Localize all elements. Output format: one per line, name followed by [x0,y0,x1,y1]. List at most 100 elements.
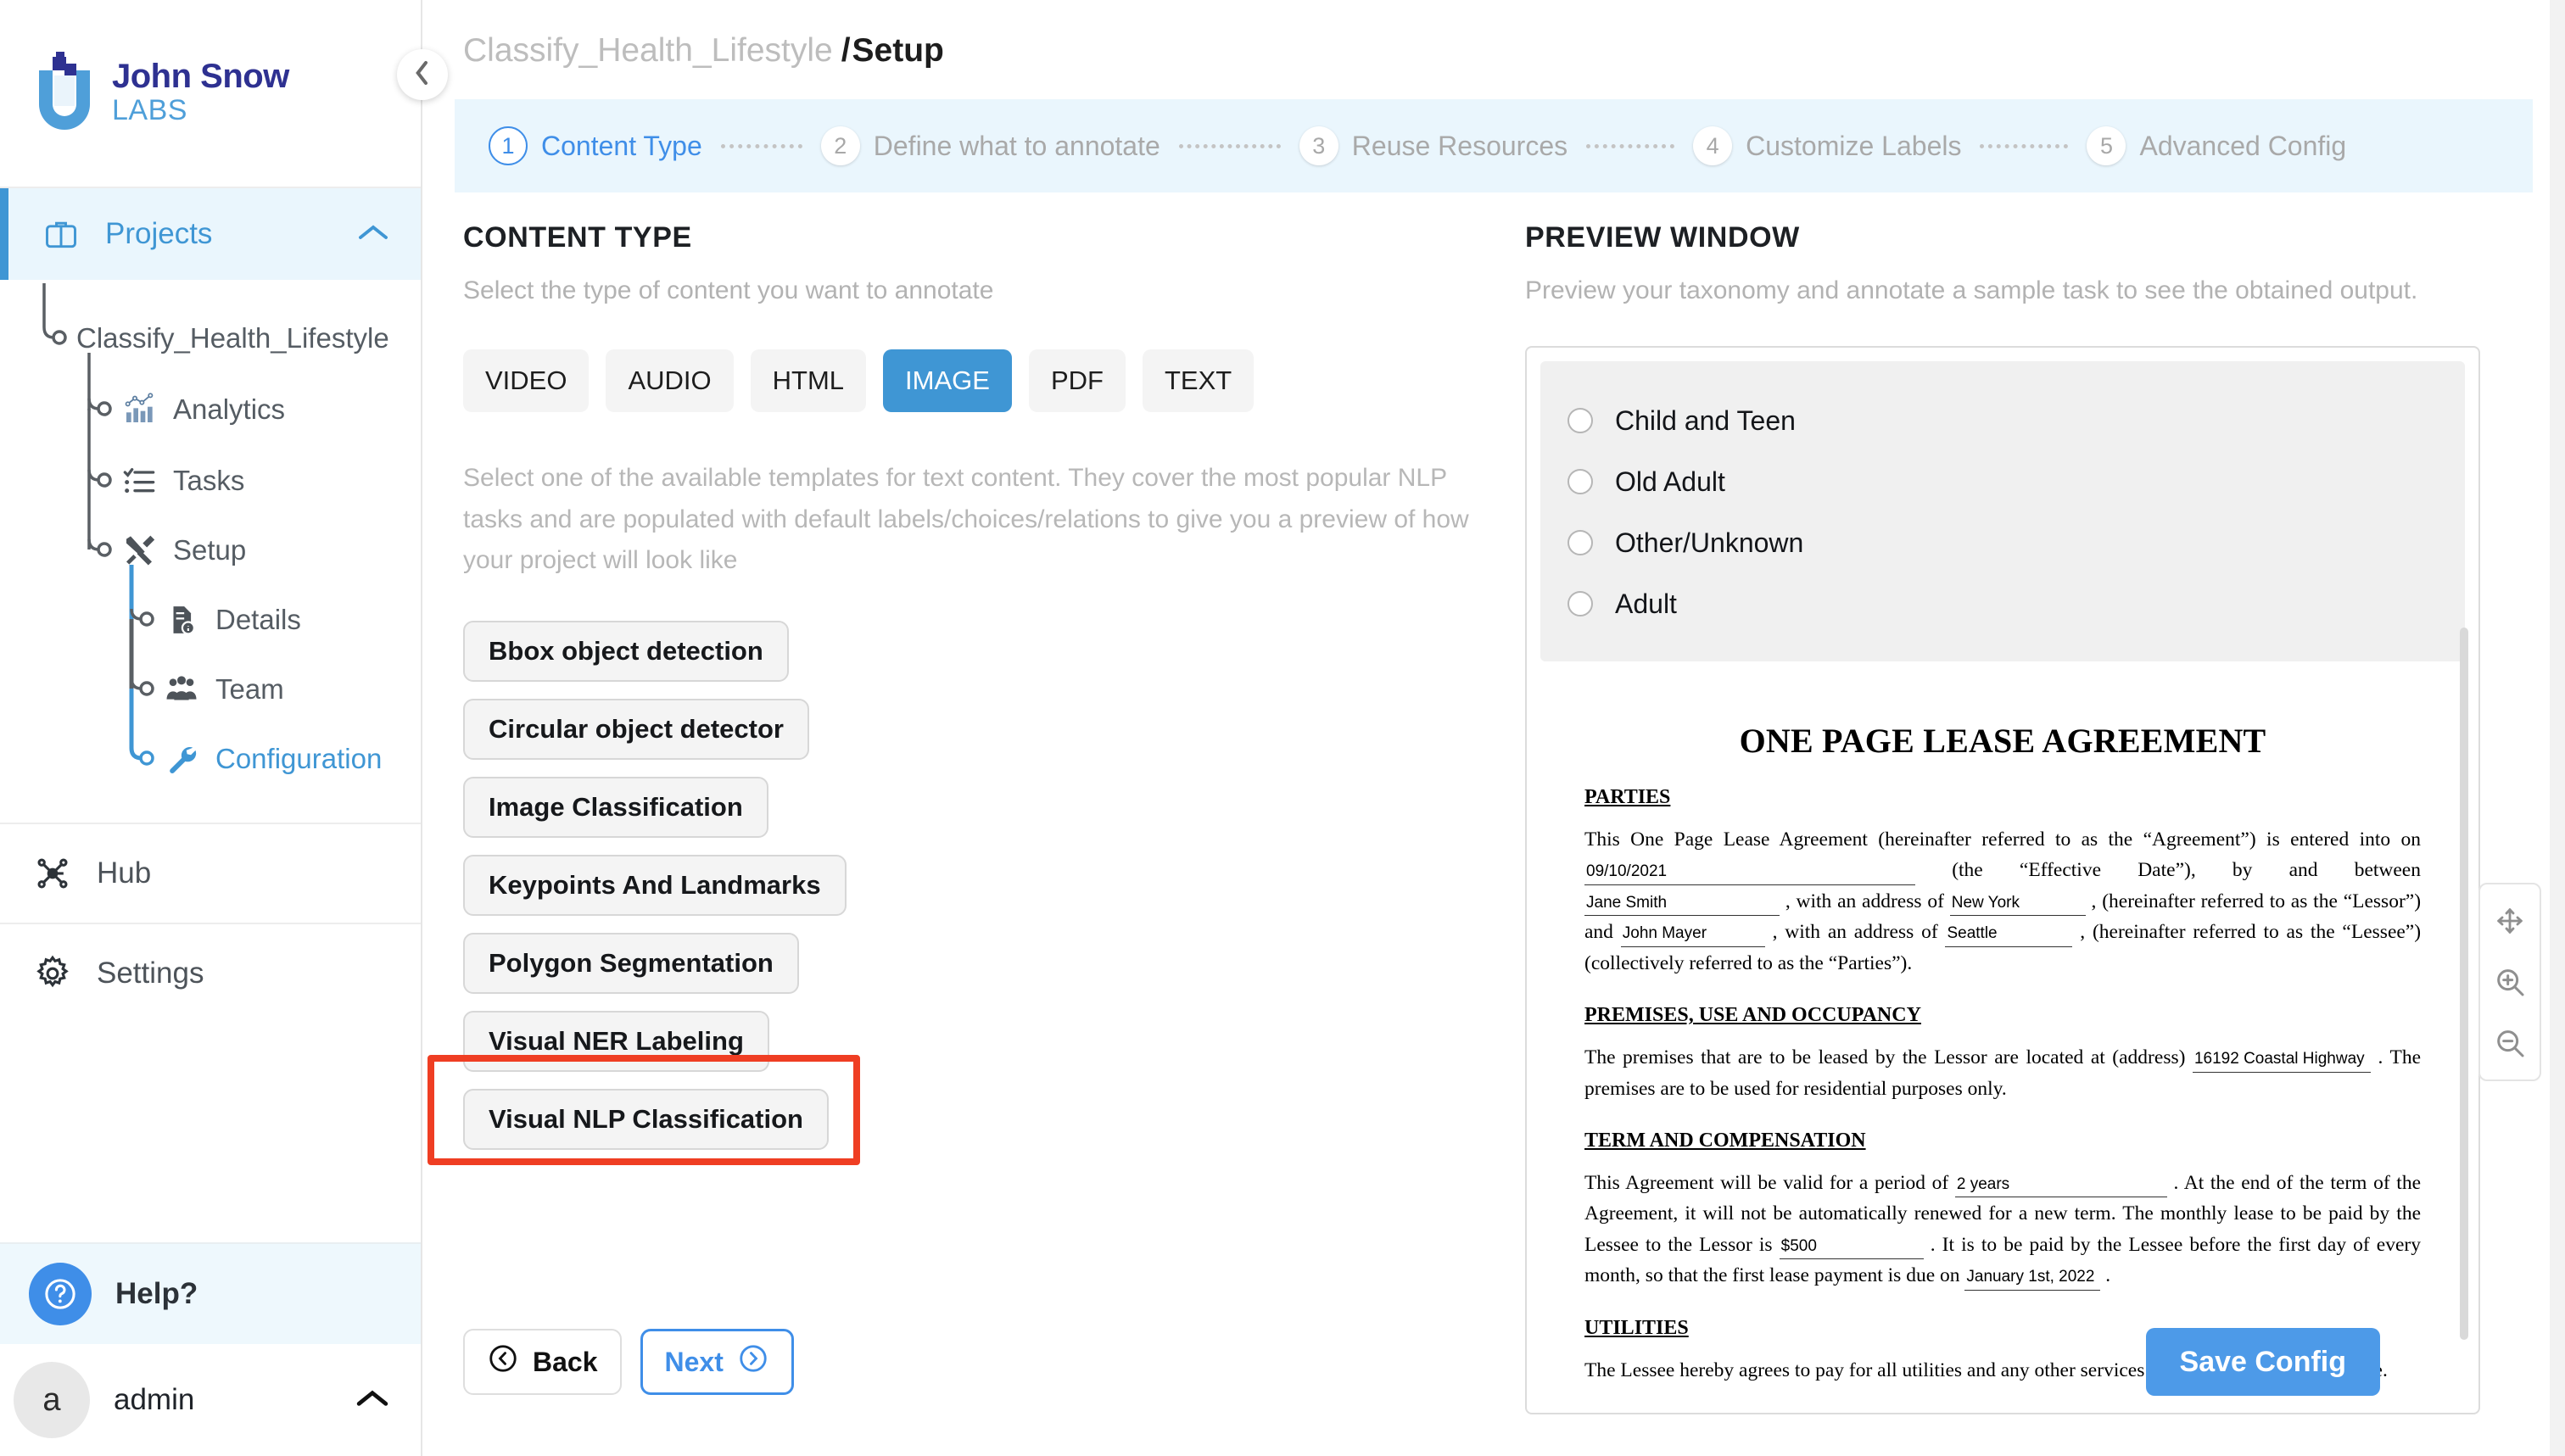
content-type-subtitle: Select the type of content you want to a… [463,276,994,304]
template-keypoints-and-landmarks[interactable]: Keypoints And Landmarks [463,854,847,916]
zoom-out-icon[interactable] [2484,1017,2536,1069]
template-visual-nlp-classification[interactable]: Visual NLP Classification [463,1088,829,1150]
template-bbox-object-detection[interactable]: Bbox object detection [463,620,789,682]
template-item: Image Classification [463,776,768,838]
step-reuse-resources[interactable]: 3 Reuse Resources [1299,126,1568,165]
back-button[interactable]: Back [463,1329,622,1395]
choice-old-adult[interactable]: Old Adult [1540,451,2465,512]
preview-card: Child and Teen Old Adult Other/Unknown A… [1525,346,2480,1414]
field-lessee-address: Seattle [1945,921,2073,947]
content-type-video[interactable]: VIDEO [463,349,590,412]
tree-label: Team [215,673,284,705]
collapse-sidebar-button[interactable] [397,49,448,100]
choice-label: Child and Teen [1615,404,1796,436]
step-number: 5 [2087,126,2126,165]
user-menu[interactable]: a admin [0,1344,421,1456]
circle-chevron-left-icon [487,1342,519,1381]
question-mark-icon [29,1263,92,1325]
chevron-up-icon[interactable] [358,223,388,246]
parties-after-date: (the “Effective Date”), by and between [1952,859,2421,882]
tree-item-setup[interactable]: Setup [0,531,246,570]
step-number: 3 [1299,126,1338,165]
fit-screen-icon[interactable] [2484,895,2536,947]
step-divider [1178,143,1281,148]
radio-icon[interactable] [1568,469,1593,494]
zoom-in-icon[interactable] [2484,956,2536,1008]
content-type-pdf[interactable]: PDF [1028,349,1126,412]
tree-label: Tasks [173,465,245,496]
chevron-up-icon[interactable] [356,1388,388,1413]
tree-item-details[interactable]: Details [0,600,301,639]
step-customize-labels[interactable]: 4 Customize Labels [1693,126,1961,165]
help-label: Help? [115,1277,198,1310]
radio-icon[interactable] [1568,591,1593,616]
choices-group: Child and Teen Old Adult Other/Unknown A… [1540,361,2465,661]
chevron-left-icon [413,59,432,91]
analytics-icon [120,391,158,428]
next-label: Next [664,1346,724,1377]
step-label: Reuse Resources [1351,130,1568,161]
john-snow-labs-logo-icon [34,52,95,135]
template-circular-object-detector[interactable]: Circular object detector [463,698,809,760]
template-item: Polygon Segmentation [463,932,799,994]
template-item: Visual NER Labeling [463,1010,769,1072]
tree-label: Classify_Health_Lifestyle [76,322,389,354]
project-tree: Classify_Health_Lifestyle Analytics Task… [0,280,421,823]
content-type-audio[interactable]: AUDIO [606,349,734,412]
next-button[interactable]: Next [640,1329,794,1395]
field-lessor-address: New York [1949,890,2086,917]
choice-adult[interactable]: Adult [1540,573,2465,634]
brand-logo[interactable]: John Snow LABS [0,0,421,188]
tree-item-analytics[interactable]: Analytics [0,390,285,429]
step-define-what-to-annotate[interactable]: 2 Define what to annotate [820,126,1160,165]
content-type-title: CONTENT TYPE [463,221,692,254]
lease-agreement-document: ONE PAGE LEASE AGREEMENT PARTIES This On… [1584,721,2421,1413]
step-divider [1586,143,1675,148]
doc-heading-furnishings: FURNISHINGS [1584,1411,2421,1413]
document-title: ONE PAGE LEASE AGREEMENT [1739,722,2266,760]
setup-icon [120,532,158,569]
template-polygon-segmentation[interactable]: Polygon Segmentation [463,932,799,994]
doc-paragraph-term: This Agreement will be valid for a perio… [1584,1168,2421,1291]
brand-subtitle: LABS [112,94,187,127]
sidebar-item-projects[interactable]: Projects [0,188,421,280]
field-monthly-rent: $500 [1779,1234,1924,1260]
breadcrumb-project[interactable]: Classify_Health_Lifestyle [463,32,833,70]
field-effective-date: 09/10/2021 [1584,859,1915,885]
field-due-date: January 1st, 2022 [1964,1264,2101,1291]
radio-icon[interactable] [1568,408,1593,433]
template-visual-ner-labeling[interactable]: Visual NER Labeling [463,1010,769,1072]
content-type-html[interactable]: HTML [750,349,867,412]
preview-scrollbar[interactable] [2460,628,2468,1340]
sidebar-item-settings[interactable]: Settings [0,923,421,1023]
step-number: 4 [1693,126,1733,165]
choice-child-and-teen[interactable]: Child and Teen [1540,390,2465,451]
step-advanced-config[interactable]: 5 Advanced Config [2087,126,2346,165]
tree-item-team[interactable]: Team [0,670,284,709]
help-button[interactable]: Help? [0,1242,421,1344]
breadcrumb-separator: / [841,32,851,69]
preview-panel: PREVIEW WINDOW Preview your taxonomy and… [1500,221,2565,1414]
template-item-highlighted: Visual NLP Classification [428,1054,860,1165]
lessor-addr-label: , with an address of [1785,890,1944,912]
template-item: Keypoints And Landmarks [463,854,847,916]
content-type-text[interactable]: TEXT [1142,349,1255,412]
term-text-d: . [2105,1264,2111,1287]
doc-heading-parties: PARTIES [1584,786,1671,808]
gear-icon [34,955,71,992]
radio-icon[interactable] [1568,530,1593,555]
template-image-classification[interactable]: Image Classification [463,776,768,838]
step-content-type[interactable]: 1 Content Type [489,126,702,165]
breadcrumb: Classify_Health_Lifestyle / Setup [422,0,2565,70]
template-item: Bbox object detection [463,620,789,682]
tree-item-classify-health-lifestyle[interactable]: Classify_Health_Lifestyle [0,319,389,358]
zoom-toolbar [2478,883,2541,1081]
sidebar-item-hub[interactable]: Hub [0,823,421,923]
save-config-button[interactable]: Save Config [2145,1328,2380,1396]
tree-item-tasks[interactable]: Tasks [0,461,244,500]
choice-other-unknown[interactable]: Other/Unknown [1540,512,2465,573]
content-type-image[interactable]: IMAGE [883,349,1012,412]
tree-item-configuration[interactable]: Configuration [0,739,382,778]
template-list: Bbox object detection Circular object de… [428,620,1500,1165]
